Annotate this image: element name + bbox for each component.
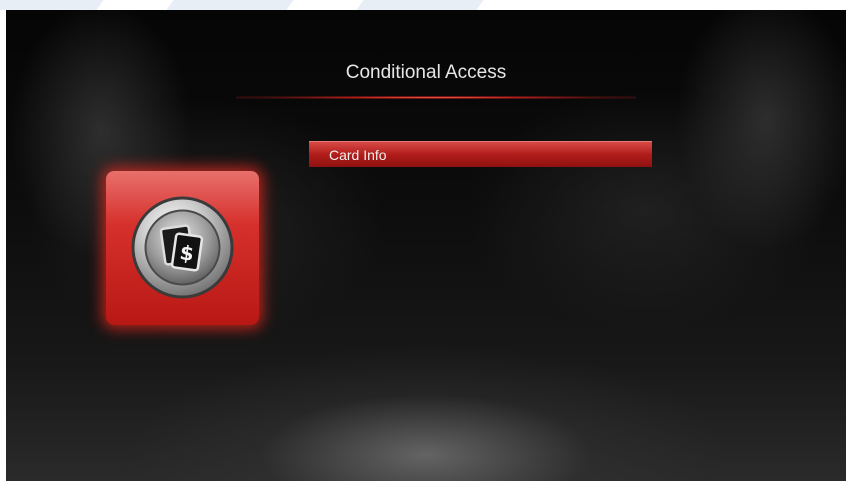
title-underline	[236, 96, 636, 99]
page-title: Conditional Access	[345, 62, 507, 83]
menu-item-card-info[interactable]: Card Info	[309, 141, 652, 167]
category-tile: $	[106, 171, 259, 325]
menu-list: Card Info	[309, 141, 652, 167]
tv-screen: Conditional Access Card Info $	[6, 10, 846, 481]
decor-stripe	[166, 0, 294, 10]
decor-stripe	[356, 0, 484, 10]
card-dollar-icon: $	[131, 196, 234, 299]
decor-stripe	[0, 0, 104, 10]
top-decor-band	[0, 0, 851, 10]
